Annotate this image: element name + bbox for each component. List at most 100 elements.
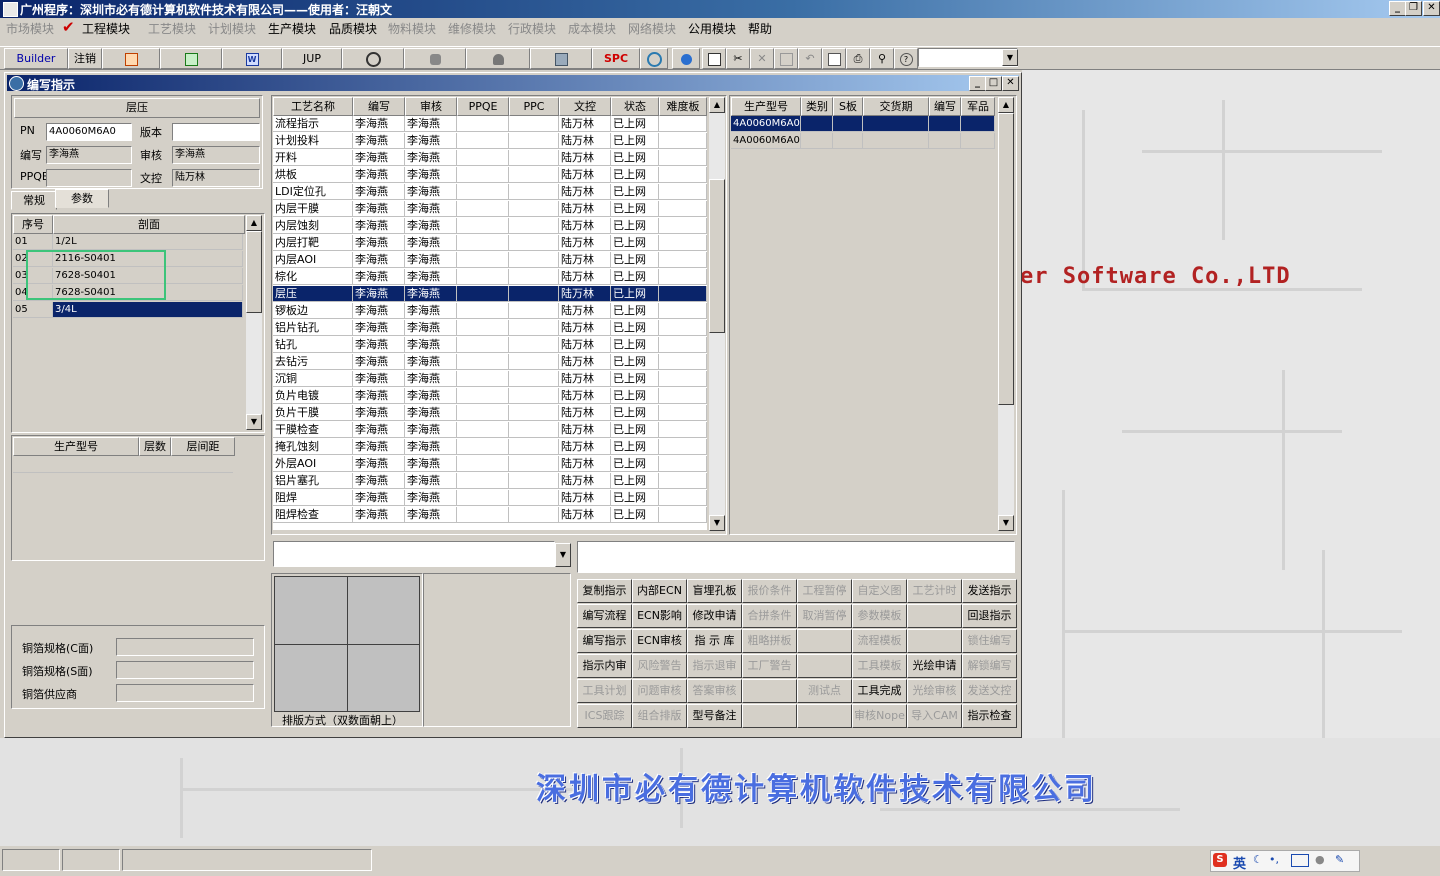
command-button[interactable]: 回退指示 [962, 604, 1017, 628]
logout-button[interactable]: 注销 [68, 48, 102, 69]
cut-button[interactable]: ✂ [726, 48, 750, 69]
menu-cost[interactable]: 成本模块 [568, 20, 616, 37]
model-list-header-0[interactable]: 生产型号 [731, 97, 801, 116]
process-combo[interactable] [273, 541, 555, 567]
menu-help[interactable]: 帮助 [748, 20, 772, 37]
copper-s-field[interactable] [116, 661, 254, 679]
process-row[interactable]: LDI定位孔 李海燕 李海燕 陆万林 已上网 [273, 184, 707, 201]
remark-field[interactable] [577, 541, 1015, 573]
command-button[interactable]: ECN影响 [632, 604, 687, 628]
command-button[interactable]: 修改申请 [687, 604, 742, 628]
scroll-down-icon[interactable]: ▼ [998, 515, 1014, 531]
process-row[interactable]: 层压 李海燕 李海燕 陆万林 已上网 [273, 286, 707, 303]
process-row[interactable]: 铝片钻孔 李海燕 李海燕 陆万林 已上网 [273, 320, 707, 337]
command-button[interactable]: 测试点 [797, 679, 852, 703]
preview-button[interactable] [822, 48, 846, 69]
scroll-down-icon[interactable]: ▼ [246, 414, 262, 430]
command-button[interactable]: 合拼条件 [742, 604, 797, 628]
powerpoint-button[interactable] [102, 48, 160, 69]
command-button[interactable]: 自定义图 [852, 579, 907, 603]
child-restore-button[interactable]: □ [985, 76, 1002, 91]
menu-production[interactable]: 生产模块 [268, 20, 316, 37]
spc-button[interactable]: SPC [592, 48, 640, 69]
command-button[interactable]: 报价条件 [742, 579, 797, 603]
process-header-7[interactable]: 难度板 [659, 97, 707, 116]
model-list-row[interactable]: 4A0060M6A0 [731, 116, 995, 133]
process-row[interactable]: 阻焊检查 李海燕 李海燕 陆万林 已上网 [273, 507, 707, 524]
close-button[interactable]: ✕ [1423, 1, 1440, 16]
users-button[interactable] [466, 48, 530, 69]
command-button[interactable]: ECN审核 [632, 629, 687, 653]
menu-quality[interactable]: 品质模块 [329, 20, 377, 37]
web-button[interactable] [672, 48, 700, 69]
command-button[interactable] [797, 654, 852, 678]
process-header-6[interactable]: 状态 [611, 97, 659, 116]
command-button[interactable]: 发送指示 [962, 579, 1017, 603]
process-row[interactable]: 棕化 李海燕 李海燕 陆万林 已上网 [273, 269, 707, 286]
menu-maintenance[interactable]: 维修模块 [448, 20, 496, 37]
scroll-up-icon[interactable]: ▲ [709, 97, 725, 113]
menu-process[interactable]: 工艺模块 [148, 20, 196, 37]
command-button[interactable] [742, 704, 797, 728]
command-button[interactable]: 编写指示 [577, 629, 632, 653]
menu-network[interactable]: 网络模块 [628, 20, 676, 37]
command-button[interactable]: 工艺计时 [907, 579, 962, 603]
scroll-up-icon[interactable]: ▲ [246, 215, 262, 231]
save-button[interactable] [774, 48, 798, 69]
command-button[interactable] [907, 629, 962, 653]
tab-general[interactable]: 常规 [11, 191, 57, 210]
process-row[interactable]: 外层AOI 李海燕 李海燕 陆万林 已上网 [273, 456, 707, 473]
command-button[interactable]: 工厂警告 [742, 654, 797, 678]
process-header-3[interactable]: PPQE [457, 97, 509, 116]
process-header-4[interactable]: PPC [509, 97, 559, 116]
command-button[interactable]: 光绘审核 [907, 679, 962, 703]
database-button[interactable] [404, 48, 466, 69]
process-row[interactable]: 内层AOI 李海燕 李海燕 陆万林 已上网 [273, 252, 707, 269]
model-list-header-2[interactable]: S板 [833, 97, 863, 116]
print-button[interactable]: ⎙ [846, 48, 870, 69]
scroll-thumb[interactable] [998, 113, 1014, 405]
command-button[interactable]: 组合排版 [632, 704, 687, 728]
process-row[interactable]: 铝片塞孔 李海燕 李海燕 陆万林 已上网 [273, 473, 707, 490]
model-list-header-1[interactable]: 类别 [801, 97, 833, 116]
builder-button[interactable]: Builder [4, 48, 68, 69]
undo-button[interactable]: ↶ [798, 48, 822, 69]
restore-button[interactable]: ❐ [1405, 1, 1422, 16]
menu-market[interactable]: 市场模块 [6, 20, 54, 37]
command-button[interactable]: ICS跟踪 [577, 704, 632, 728]
process-row[interactable]: 流程指示 李海燕 李海燕 陆万林 已上网 [273, 116, 707, 133]
doc-control-field[interactable]: 陆万林 [172, 169, 260, 187]
version-field[interactable] [172, 123, 260, 141]
child-minimize-button[interactable]: _ [969, 76, 986, 91]
process-row[interactable]: 去钻污 李海燕 李海燕 陆万林 已上网 [273, 354, 707, 371]
command-button[interactable]: 内部ECN [632, 579, 687, 603]
command-button[interactable]: 型号备注 [687, 704, 742, 728]
process-header-0[interactable]: 工艺名称 [273, 97, 353, 116]
tab-params[interactable]: 参数 [55, 189, 109, 208]
process-row[interactable]: 开料 李海燕 李海燕 陆万林 已上网 [273, 150, 707, 167]
scroll-up-icon[interactable]: ▲ [998, 97, 1014, 113]
process-row[interactable]: 烘板 李海燕 李海燕 陆万林 已上网 [273, 167, 707, 184]
model-list-header-3[interactable]: 交货期 [863, 97, 929, 116]
process-header-5[interactable]: 文控 [559, 97, 611, 116]
command-button[interactable]: 取消暂停 [797, 604, 852, 628]
command-button[interactable] [797, 704, 852, 728]
process-row[interactable]: 内层干膜 李海燕 李海燕 陆万林 已上网 [273, 201, 707, 218]
command-button[interactable]: 审核Nope [852, 704, 907, 728]
model-list-row[interactable]: 4A0060M6A0 [731, 133, 995, 150]
command-button[interactable]: 风险警告 [632, 654, 687, 678]
menu-material[interactable]: 物料模块 [388, 20, 436, 37]
command-button[interactable]: 指示退审 [687, 654, 742, 678]
scroll-down-icon[interactable]: ▼ [709, 515, 725, 531]
command-button[interactable]: 参数模板 [852, 604, 907, 628]
process-header-2[interactable]: 审核 [405, 97, 457, 116]
view-button[interactable] [342, 48, 404, 69]
command-button[interactable]: 导入CAM [907, 704, 962, 728]
process-row[interactable]: 钻孔 李海燕 李海燕 陆万林 已上网 [273, 337, 707, 354]
command-button[interactable]: 粗略拼板 [742, 629, 797, 653]
menu-common[interactable]: 公用模块 [688, 20, 736, 37]
pn-field[interactable]: 4A0060M6A0 [46, 123, 132, 141]
process-scrollbar[interactable]: ▲ ▼ [709, 97, 725, 531]
process-header-1[interactable]: 编写 [353, 97, 405, 116]
process-row[interactable]: 阻焊 李海燕 李海燕 陆万林 已上网 [273, 490, 707, 507]
